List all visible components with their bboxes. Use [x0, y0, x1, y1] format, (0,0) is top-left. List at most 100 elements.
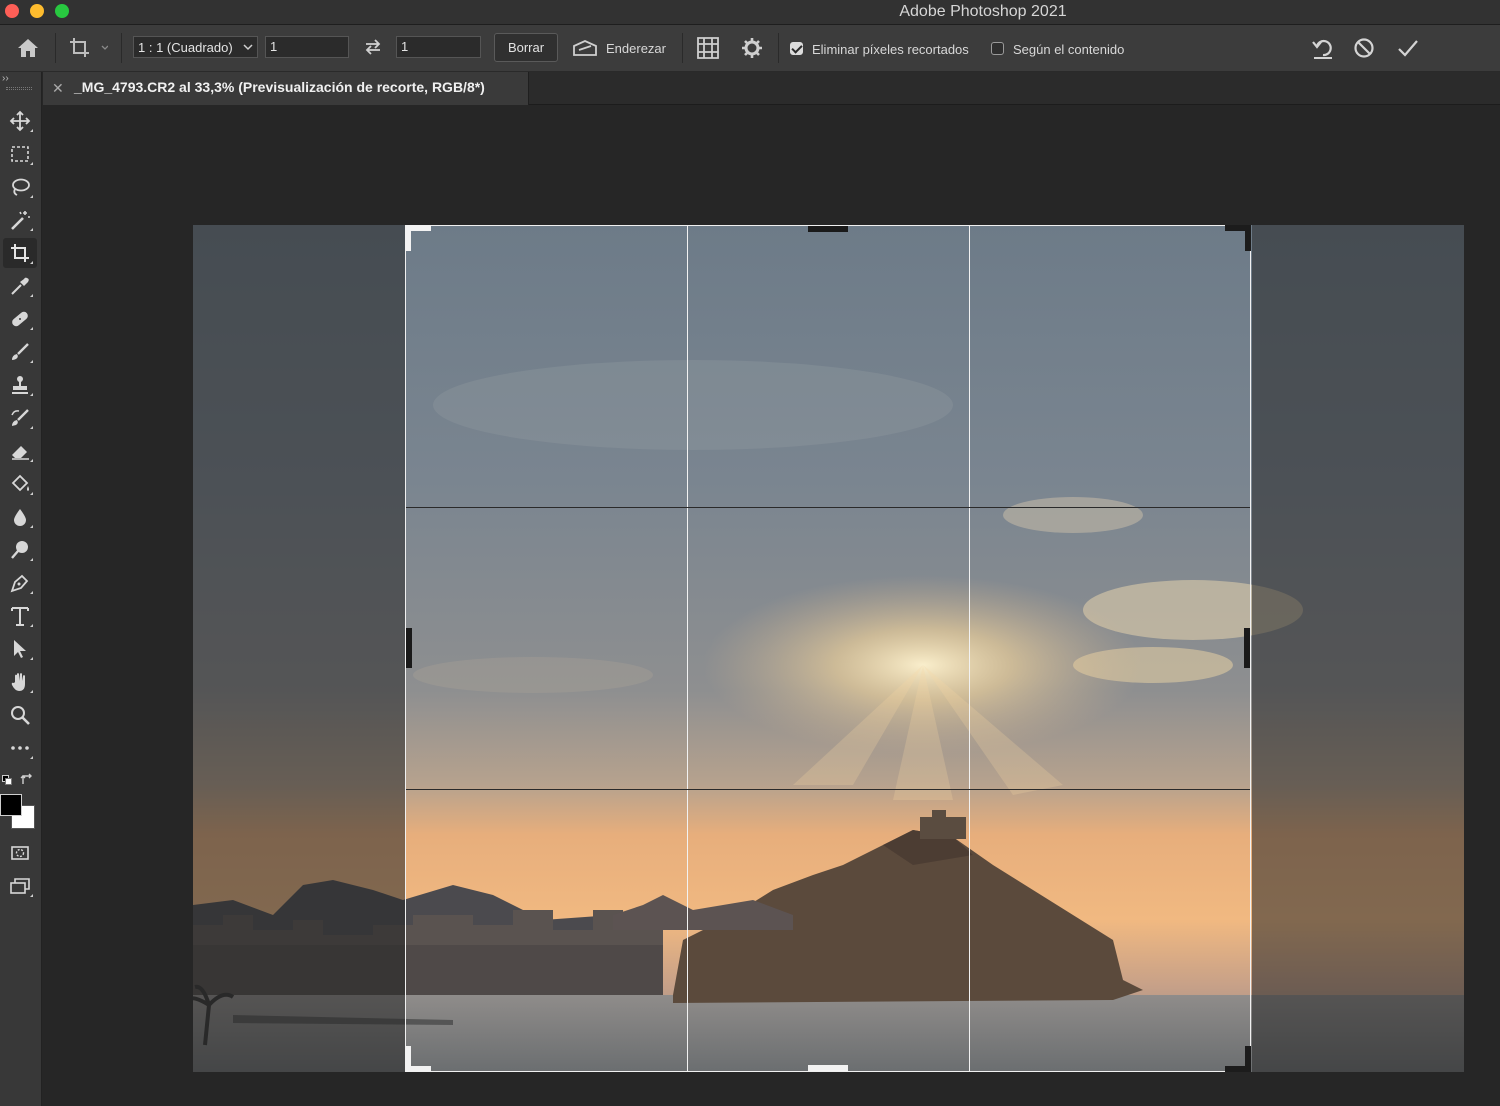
dodge-icon	[11, 541, 28, 559]
straighten-icon	[573, 40, 597, 56]
screen-mode-button[interactable]	[3, 871, 37, 901]
reset-crop-button[interactable]	[1309, 34, 1337, 62]
grid-icon	[697, 37, 719, 59]
crop-height-input[interactable]: 1	[396, 36, 481, 58]
history-brush-tool[interactable]	[3, 403, 37, 433]
delete-cropped-checkbox[interactable]	[790, 42, 803, 55]
swap-icon	[365, 39, 381, 55]
cancel-icon	[1354, 38, 1374, 58]
crop-height-value: 1	[401, 39, 409, 54]
stamp-tool[interactable]	[3, 370, 37, 400]
stamp-icon	[12, 376, 28, 394]
crop-icon	[11, 244, 29, 262]
straighten-button[interactable]: Enderezar	[572, 35, 676, 61]
history-brush-icon	[11, 409, 29, 426]
gear-icon	[742, 38, 762, 58]
move-icon	[9, 110, 31, 132]
checkmark-icon	[1398, 40, 1418, 57]
crop-grid-line-h2	[406, 789, 1250, 790]
crop-handle-top[interactable]	[808, 226, 848, 232]
panel-grip[interactable]	[6, 87, 32, 90]
crop-grid-line-v2	[969, 226, 970, 1071]
crop-preset-button[interactable]	[64, 34, 112, 62]
crop-box[interactable]	[405, 225, 1251, 1072]
eyedropper-tool[interactable]	[3, 271, 37, 301]
crop-grid-line-v1	[687, 226, 688, 1071]
undo-icon	[1312, 39, 1332, 59]
lasso-icon	[12, 178, 30, 196]
pen-tool[interactable]	[3, 568, 37, 598]
swap-colors-icon	[20, 773, 32, 784]
crop-width-value: 1	[270, 39, 278, 54]
type-tool[interactable]	[3, 601, 37, 631]
zoom-icon	[11, 706, 30, 725]
move-tool[interactable]	[3, 106, 37, 136]
delete-cropped-label: Eliminar píxeles recortados	[812, 41, 969, 57]
document-tab-bar: ✕ _MG_4793.CR2 al 33,3% (Previsualizació…	[43, 72, 1500, 105]
quick-mask-icon	[11, 846, 29, 860]
chevron-down-icon	[243, 44, 253, 51]
title-bar: Adobe Photoshop 2021	[0, 0, 1500, 25]
crop-shield-left	[193, 225, 405, 1072]
crop-handle-top-left[interactable]	[405, 225, 431, 251]
collapse-panel-icon[interactable]: ››	[2, 73, 9, 84]
lasso-tool[interactable]	[3, 172, 37, 202]
aspect-ratio-select[interactable]: 1 : 1 (Cuadrado)	[133, 36, 258, 58]
foreground-color-swatch[interactable]	[0, 794, 22, 816]
crop-handle-bottom-right[interactable]	[1225, 1046, 1251, 1072]
crop-handle-top-right[interactable]	[1225, 225, 1251, 251]
brush-tool[interactable]	[3, 337, 37, 367]
path-selection-tool[interactable]	[3, 634, 37, 664]
healing-tool[interactable]	[3, 304, 37, 334]
arrow-icon	[14, 640, 26, 658]
pen-icon	[10, 574, 29, 593]
photoshop-window: Adobe Photoshop 2021 1 : 1 (Cuadrado) 1 …	[0, 0, 1500, 1106]
eyedropper-icon	[11, 277, 29, 295]
eraser-tool[interactable]	[3, 436, 37, 466]
blur-tool[interactable]	[3, 502, 37, 532]
home-icon	[18, 39, 38, 57]
crop-settings-button[interactable]	[739, 36, 765, 60]
hand-icon	[11, 673, 25, 691]
crop-width-input[interactable]: 1	[265, 36, 349, 58]
dodge-tool[interactable]	[3, 535, 37, 565]
crop-handle-bottom-left[interactable]	[405, 1046, 431, 1072]
clear-button[interactable]: Borrar	[494, 33, 558, 62]
aspect-ratio-value: 1 : 1 (Cuadrado)	[138, 39, 233, 55]
rectangular-marquee-icon	[11, 146, 29, 162]
home-button[interactable]	[14, 35, 42, 61]
quick-mask-button[interactable]	[3, 838, 37, 868]
crop-icon	[70, 38, 108, 57]
drop-icon	[14, 509, 26, 526]
document-tab[interactable]: ✕ _MG_4793.CR2 al 33,3% (Previsualizació…	[43, 72, 529, 105]
crop-handle-right[interactable]	[1244, 628, 1250, 668]
ellipsis-icon	[11, 746, 29, 750]
options-bar: 1 : 1 (Cuadrado) 1 1 Borrar Enderezar El…	[0, 25, 1500, 72]
crop-grid-line-h1	[406, 507, 1250, 508]
paint-bucket-tool[interactable]	[3, 469, 37, 499]
commit-crop-button[interactable]	[1394, 34, 1422, 62]
magic-wand-tool[interactable]	[3, 205, 37, 235]
crop-tool[interactable]	[3, 238, 37, 268]
eraser-icon	[12, 446, 29, 460]
content-aware-checkbox[interactable]	[991, 42, 1004, 55]
app-title: Adobe Photoshop 2021	[899, 3, 1067, 20]
zoom-tool[interactable]	[3, 700, 37, 730]
swap-colors-button[interactable]	[20, 773, 34, 787]
overlay-options-button[interactable]	[695, 36, 721, 60]
more-tools[interactable]	[3, 733, 37, 763]
crop-handle-bottom[interactable]	[808, 1065, 848, 1071]
paint-bucket-icon	[11, 474, 29, 492]
crop-handle-left[interactable]	[406, 628, 412, 668]
document-tab-title: _MG_4793.CR2 al 33,3% (Previsualización …	[74, 79, 485, 95]
default-colors-button[interactable]	[2, 775, 12, 785]
marquee-tool[interactable]	[3, 139, 37, 169]
cancel-crop-button[interactable]	[1350, 34, 1378, 62]
close-tab-icon[interactable]: ✕	[52, 80, 64, 97]
magic-wand-icon	[11, 211, 30, 230]
bandage-icon	[12, 311, 28, 327]
type-icon	[11, 607, 29, 626]
tools-panel: ››	[0, 72, 42, 1106]
hand-tool[interactable]	[3, 667, 37, 697]
swap-dimensions-button[interactable]	[360, 36, 386, 58]
